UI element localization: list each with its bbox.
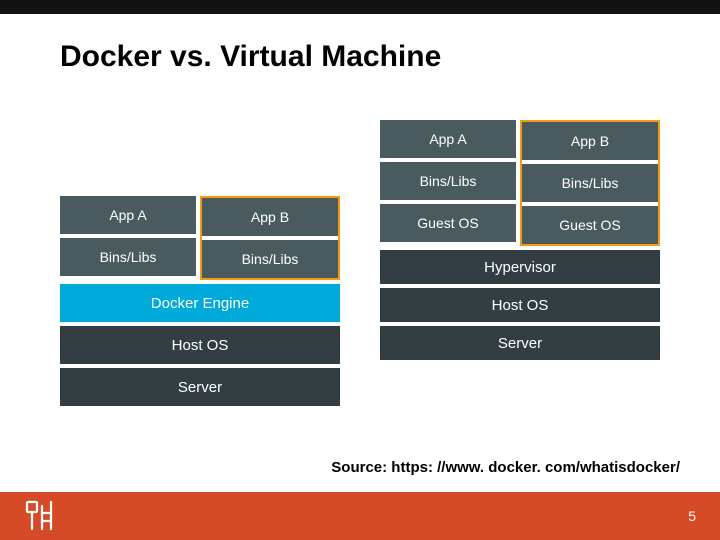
vm-col-a-guest: Guest OS [380,204,516,242]
docker-col-b-app: App B [202,198,338,236]
vm-col-b-guest: Guest OS [522,206,658,244]
page-number: 5 [688,508,696,524]
vm-host-os-layer: Host OS [380,288,660,322]
vm-col-a-app: App A [380,120,516,158]
docker-col-a-bins: Bins/Libs [60,238,196,276]
vm-stack: App A Bins/Libs Guest OS App B Bins/Libs… [380,120,660,406]
docker-host-os-layer: Host OS [60,326,340,364]
vm-col-a-bins: Bins/Libs [380,162,516,200]
docker-col-a-app: App A [60,196,196,234]
footer-bar: 5 [0,492,720,540]
docker-engine-layer: Docker Engine [60,284,340,322]
logo-icon [24,499,58,533]
vm-col-b-app: App B [522,122,658,160]
diagram-area: App A Bins/Libs App B Bins/Libs Docker E… [60,120,660,406]
slide-title: Docker vs. Virtual Machine [60,40,441,74]
docker-stack: App A Bins/Libs App B Bins/Libs Docker E… [60,196,340,406]
docker-col-b-bins: Bins/Libs [202,240,338,278]
vm-hypervisor-layer: Hypervisor [380,250,660,284]
source-text: Source: https: //www. docker. com/whatis… [331,459,680,476]
docker-server-layer: Server [60,368,340,406]
vm-col-b-bins: Bins/Libs [522,164,658,202]
vm-server-layer: Server [380,326,660,360]
